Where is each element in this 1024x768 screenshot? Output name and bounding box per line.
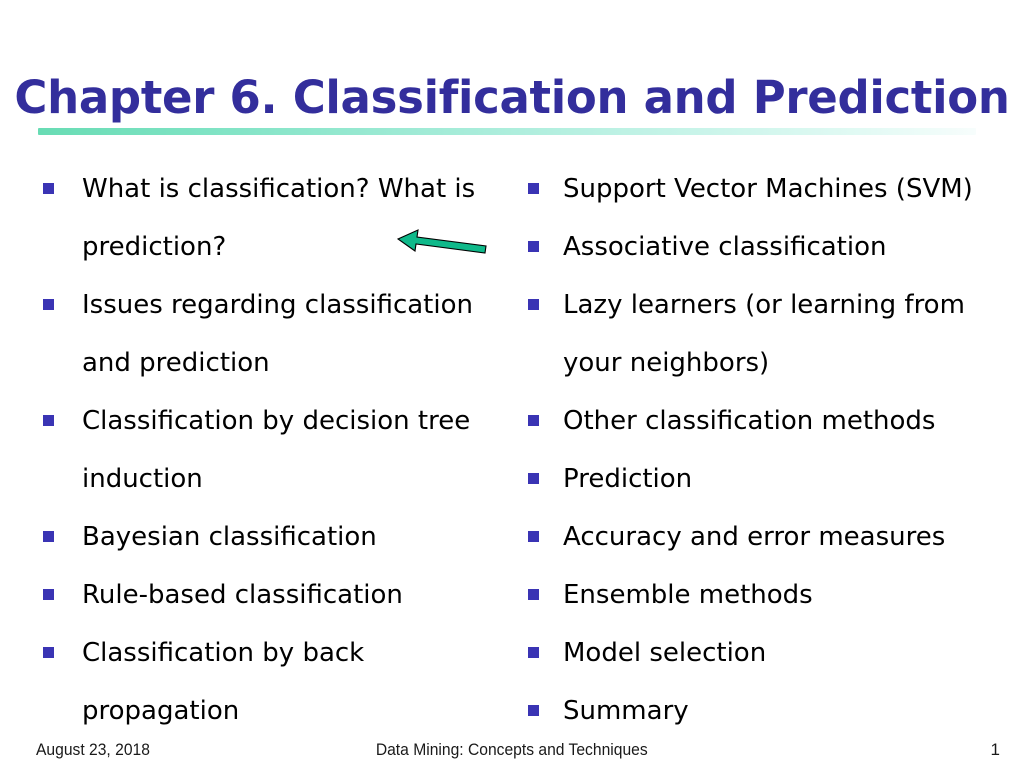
list-item-label: Model selection: [563, 638, 767, 668]
list-item-label: Issues regarding classification and pred…: [82, 290, 473, 378]
list-item: Other classification methods: [521, 392, 1011, 450]
square-bullet-icon: [43, 183, 54, 194]
slide-body: What is classification? What is predicti…: [0, 160, 1024, 728]
list-item: Prediction: [521, 450, 1011, 508]
list-item: Support Vector Machines (SVM): [521, 160, 1011, 218]
list-item-label: Classification by decision tree inductio…: [82, 406, 471, 494]
list-item-label: Prediction: [563, 464, 693, 494]
square-bullet-icon: [43, 415, 54, 426]
right-bullet-list: Support Vector Machines (SVM) Associativ…: [521, 160, 1011, 740]
list-item: Summary: [521, 682, 1011, 740]
right-column: Support Vector Machines (SVM) Associativ…: [521, 160, 1011, 740]
slide-footer: August 23, 2018 Data Mining: Concepts an…: [0, 740, 1024, 768]
list-item: Lazy learners (or learning from your nei…: [521, 276, 1011, 392]
title-block: Chapter 6. Classification and Prediction: [0, 44, 1024, 152]
list-item-label: Lazy learners (or learning from your nei…: [563, 290, 965, 378]
footer-page-number: 1: [990, 740, 1000, 759]
list-item-label: Ensemble methods: [563, 580, 813, 610]
list-item: Bayesian classification: [36, 508, 506, 566]
page-title: Chapter 6. Classification and Prediction: [14, 71, 1010, 125]
list-item: Associative classification: [521, 218, 1011, 276]
square-bullet-icon: [528, 241, 539, 252]
list-item: What is classification? What is predicti…: [36, 160, 506, 276]
square-bullet-icon: [43, 589, 54, 600]
list-item-label: Support Vector Machines (SVM): [563, 174, 973, 204]
square-bullet-icon: [528, 705, 539, 716]
square-bullet-icon: [528, 647, 539, 658]
list-item-label: Summary: [563, 696, 689, 726]
list-item-label: Accuracy and error measures: [563, 522, 946, 552]
footer-title-text: Data Mining: Concepts and Techniques: [376, 740, 648, 759]
list-item: Issues regarding classification and pred…: [36, 276, 506, 392]
footer-title: Data Mining: Concepts and Techniques: [0, 740, 1024, 760]
left-arrow-icon: [396, 229, 487, 254]
list-item-label: Other classification methods: [563, 406, 936, 436]
list-item: Accuracy and error measures: [521, 508, 1011, 566]
list-item-label: Classification by back propagation: [82, 638, 365, 726]
list-item: Classification by decision tree inductio…: [36, 392, 506, 508]
slide-canvas: Chapter 6. Classification and Prediction…: [0, 0, 1024, 768]
list-item-label: Bayesian classification: [82, 522, 377, 552]
list-item: Model selection: [521, 624, 1011, 682]
list-item-label: Associative classification: [563, 232, 887, 262]
square-bullet-icon: [528, 589, 539, 600]
list-item-label: Rule-based classification: [82, 580, 403, 610]
square-bullet-icon: [43, 299, 54, 310]
square-bullet-icon: [528, 473, 539, 484]
square-bullet-icon: [43, 531, 54, 542]
square-bullet-icon: [528, 183, 539, 194]
square-bullet-icon: [528, 299, 539, 310]
square-bullet-icon: [528, 531, 539, 542]
square-bullet-icon: [43, 647, 54, 658]
list-item-label: What is classification? What is predicti…: [82, 174, 476, 262]
list-item: Rule-based classification: [36, 566, 506, 624]
square-bullet-icon: [528, 415, 539, 426]
title-divider: [38, 128, 976, 135]
list-item: Ensemble methods: [521, 566, 1011, 624]
list-item: Classification by back propagation: [36, 624, 506, 740]
